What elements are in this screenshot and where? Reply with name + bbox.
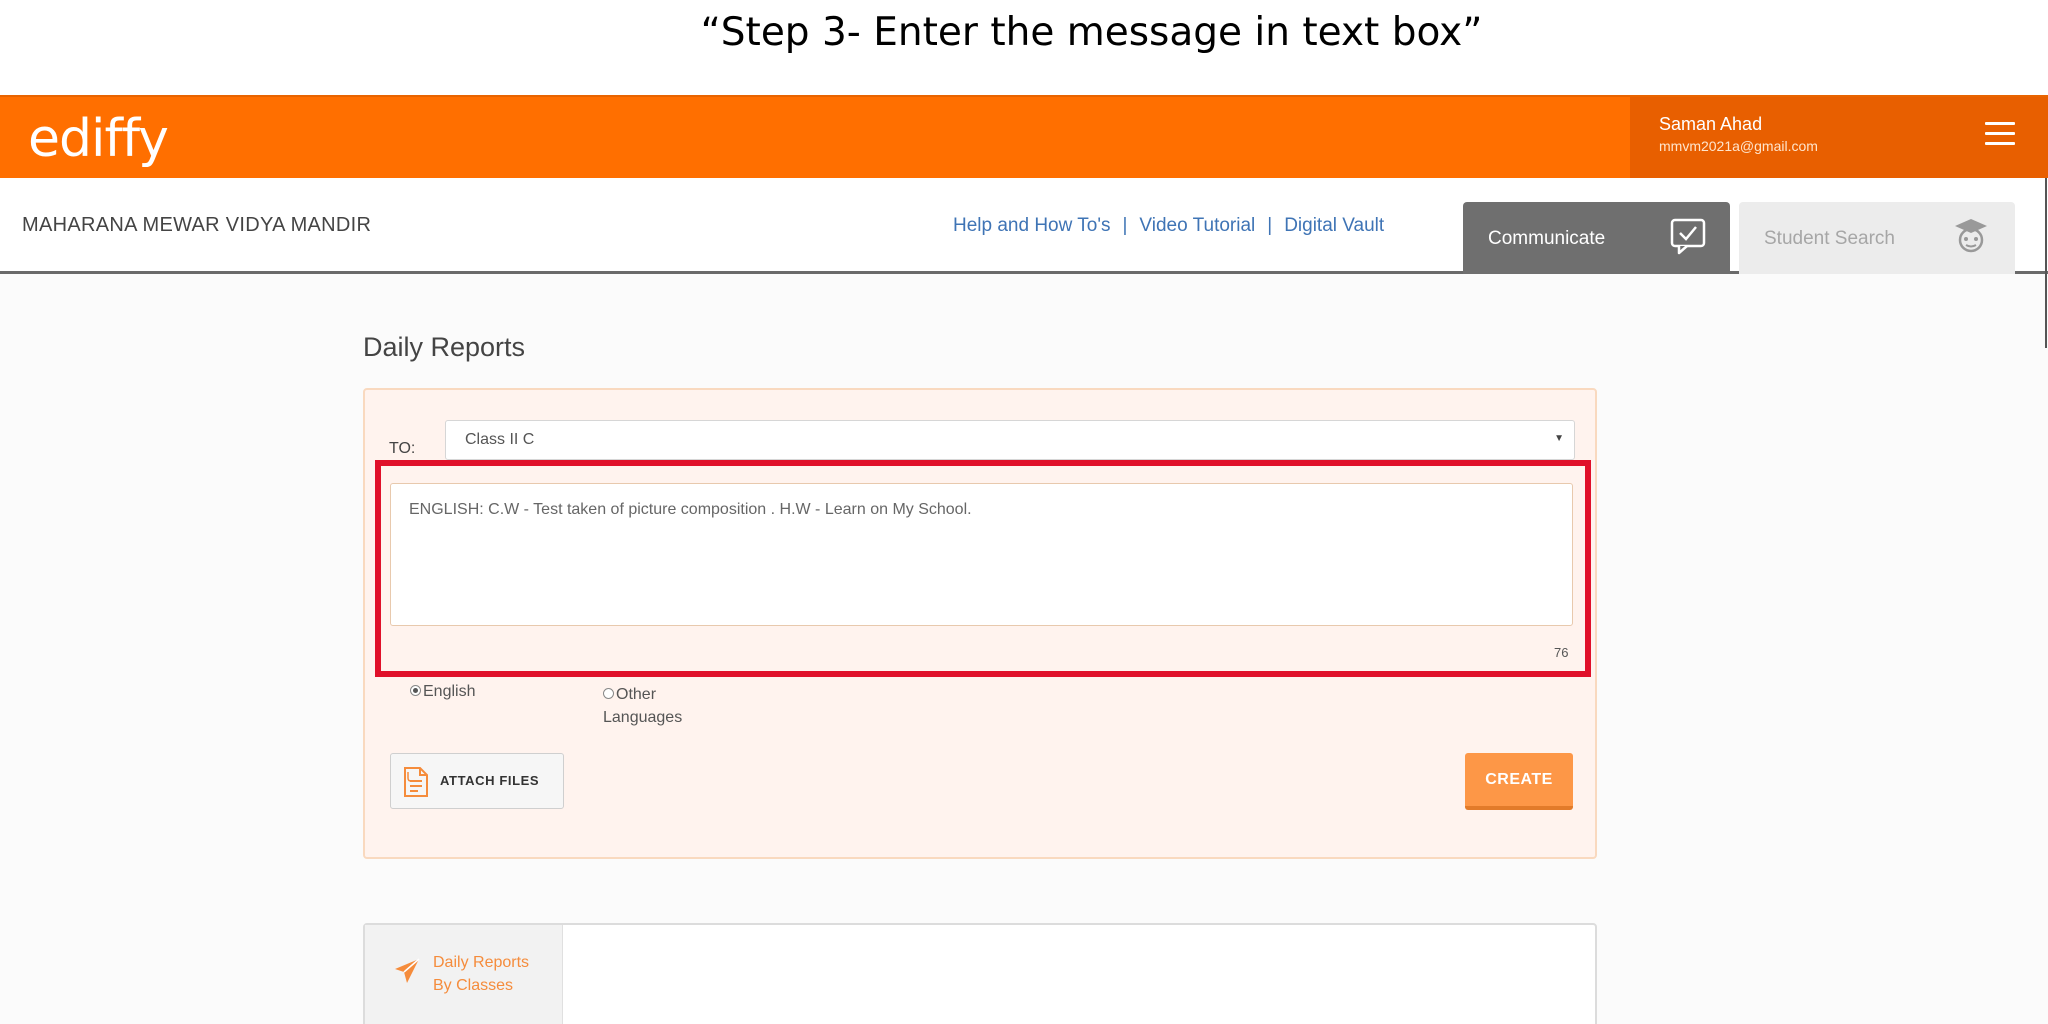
radio-english[interactable]: English <box>410 683 475 701</box>
tab-communicate-label: Communicate <box>1488 228 1606 249</box>
attach-files-label: ATTACH FILES <box>440 773 540 788</box>
create-button[interactable]: CREATE <box>1465 753 1573 810</box>
video-tutorial-link[interactable]: Video Tutorial <box>1139 215 1255 236</box>
sub-header: MAHARANA MEWAR VIDYA MANDIR Help and How… <box>0 178 2048 274</box>
step-caption: “Step 3- Enter the message in text box” <box>700 10 1483 55</box>
reports-list-panel: Daily Reports By Classes <box>363 923 1597 1024</box>
app-screen: ediffy Saman Ahad mmvm2021a@gmail.com MA… <box>0 95 2048 1024</box>
radio-other-label: Other <box>616 686 657 703</box>
attach-files-button[interactable]: ATTACH FILES <box>390 753 564 809</box>
to-label: TO: <box>389 440 416 457</box>
top-bar: ediffy Saman Ahad mmvm2021a@gmail.com <box>0 95 2048 180</box>
slide: “Step 3- Enter the message in text box” … <box>0 0 2048 1024</box>
tab-student-search[interactable]: Student Search <box>1739 202 2015 274</box>
user-name: Saman Ahad <box>1659 114 1763 134</box>
school-name: MAHARANA MEWAR VIDYA MANDIR <box>22 214 372 236</box>
help-link[interactable]: Help and How To's <box>953 215 1110 236</box>
radio-other-label-2: Languages <box>603 709 683 726</box>
radio-other-languages[interactable]: Other Languages <box>603 683 682 729</box>
tab-student-search-label: Student Search <box>1764 228 1895 249</box>
student-graduate-icon <box>1951 216 1991 261</box>
tab-daily-reports-by-classes[interactable]: Daily Reports By Classes <box>365 925 563 1024</box>
digital-vault-link[interactable]: Digital Vault <box>1284 215 1384 236</box>
character-count: 76 <box>1554 645 1569 660</box>
help-links: Help and How To's | Video Tutorial | Digital… <box>953 215 1384 237</box>
caption-area: “Step 3- Enter the message in text box” <box>0 0 2048 95</box>
recipient-select[interactable]: Class II C ▼ <box>445 420 1575 460</box>
attach-file-icon <box>403 766 429 803</box>
user-email: mmvm2021a@gmail.com <box>1659 138 1818 154</box>
link-separator: | <box>1122 215 1128 236</box>
divider-line <box>2045 178 2047 348</box>
create-label: CREATE <box>1485 771 1553 788</box>
daily-report-form: TO: Class II C ▼ ENGLISH: C.W - Test tak… <box>363 388 1597 859</box>
link-separator: | <box>1267 215 1273 236</box>
radio-checked-icon <box>410 685 421 696</box>
page-title: Daily Reports <box>363 332 526 362</box>
chat-check-icon <box>1669 217 1707 260</box>
tab-line-1: Daily Reports <box>433 954 530 971</box>
ediffy-logo[interactable]: ediffy <box>28 109 169 169</box>
send-plane-icon <box>393 957 421 990</box>
user-panel: Saman Ahad mmvm2021a@gmail.com <box>1630 97 2048 180</box>
tab-communicate[interactable]: Communicate <box>1463 202 1730 274</box>
tab-daily-reports-label: Daily Reports By Classes <box>433 951 553 997</box>
tab-line-2: By Classes <box>433 977 514 994</box>
hamburger-menu-icon[interactable] <box>1985 122 2015 148</box>
message-textarea[interactable]: ENGLISH: C.W - Test taken of picture com… <box>390 483 1573 626</box>
radio-english-label: English <box>423 683 476 700</box>
caret-down-icon: ▼ <box>1554 433 1564 444</box>
radio-unchecked-icon <box>603 688 614 699</box>
recipient-value: Class II C <box>465 431 535 448</box>
